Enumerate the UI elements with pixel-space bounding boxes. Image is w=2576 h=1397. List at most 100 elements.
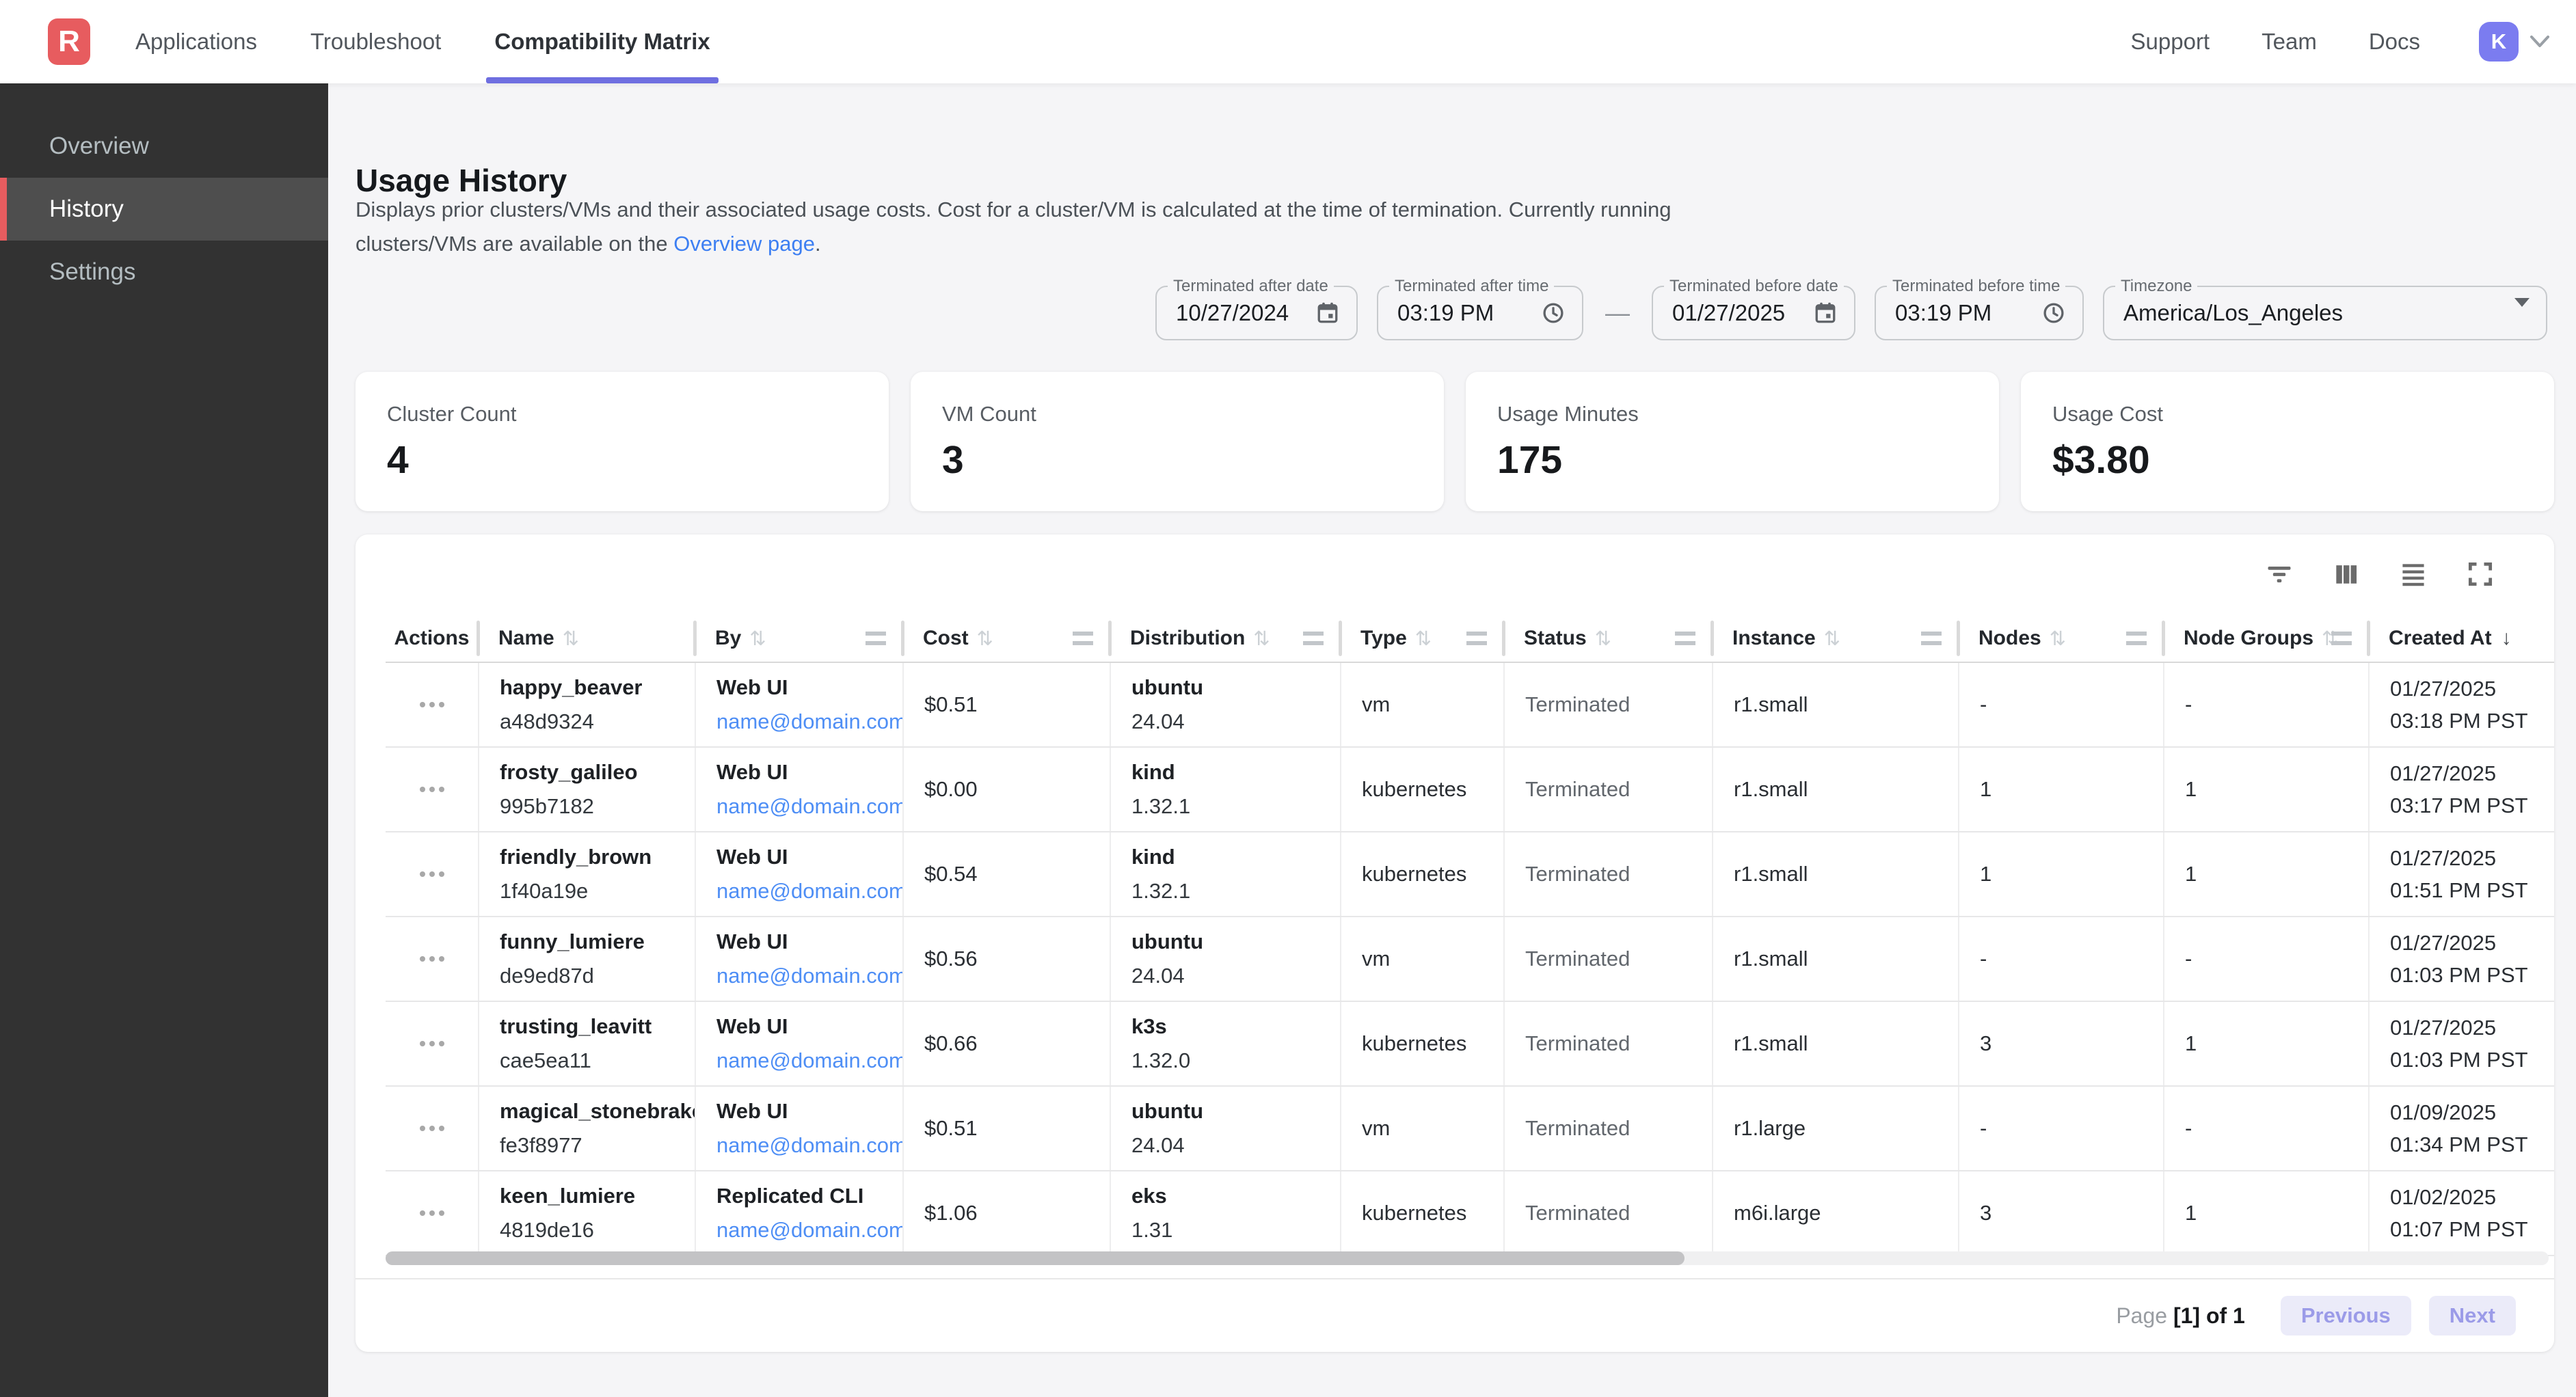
row-actions-button[interactable] <box>420 787 444 792</box>
sort-icon[interactable]: ⇅ <box>749 627 766 651</box>
column-header-created[interactable]: Created At↓ <box>2368 615 2554 662</box>
horizontal-scrollbar[interactable] <box>386 1251 1685 1265</box>
column-filter-icon[interactable] <box>866 632 886 645</box>
fullscreen-icon[interactable] <box>2465 559 2495 589</box>
cell-created: 01/27/202503:18 PM PST <box>2368 663 2554 746</box>
clock-icon[interactable] <box>2041 301 2066 325</box>
nav-item-support[interactable]: Support <box>2131 29 2210 55</box>
created-by-email-link[interactable]: name@domain.com <box>716 794 902 819</box>
stat-label: Cluster Count <box>387 402 889 426</box>
cluster-name: keen_lumiere <box>500 1184 695 1208</box>
table-row: friendly_brown1f40a19eWeb UIname@domain.… <box>386 832 2554 917</box>
sort-icon[interactable]: ⇅ <box>563 627 579 651</box>
type-value: vm <box>1362 947 1503 971</box>
sort-icon[interactable]: ⇅ <box>1415 627 1432 651</box>
chevron-down-icon[interactable] <box>2530 35 2550 49</box>
nav-item-compatibility-matrix[interactable]: Compatibility Matrix <box>494 0 710 83</box>
cell-cost: $0.66 <box>902 1002 1110 1085</box>
caret-icon[interactable] <box>2514 307 2530 319</box>
column-filter-icon[interactable] <box>1921 632 1942 645</box>
sort-icon[interactable]: ⇅ <box>1824 627 1840 651</box>
secondary-nav-links: Support Team Docs <box>2131 29 2420 55</box>
cost-value: $0.56 <box>924 947 1110 971</box>
calendar-icon[interactable] <box>1315 301 1340 325</box>
column-header-actions[interactable]: Actions <box>386 615 478 662</box>
main-content: Usage History Displays prior clusters/VM… <box>328 83 2576 1397</box>
cell-cost: $0.51 <box>902 663 1110 746</box>
sidebar: OverviewHistorySettings <box>0 83 328 1397</box>
column-filter-icon[interactable] <box>1675 632 1695 645</box>
column-header-cost[interactable]: Cost⇅ <box>902 615 1110 662</box>
user-menu[interactable]: K <box>2479 22 2550 62</box>
table-body: happy_beavera48d9324Web UIname@domain.co… <box>386 663 2554 1256</box>
column-filter-icon[interactable] <box>1466 632 1487 645</box>
cell-nodes: 3 <box>1958 1171 2163 1255</box>
stat-cards: Cluster Count4VM Count3Usage Minutes175U… <box>355 372 2554 511</box>
column-filter-icon[interactable] <box>1303 632 1324 645</box>
created-by-email-link[interactable]: name@domain.com <box>716 709 902 734</box>
nav-item-troubleshoot[interactable]: Troubleshoot <box>310 0 441 83</box>
row-actions-button[interactable] <box>420 1126 444 1131</box>
cell-distribution: k3s1.32.0 <box>1110 1002 1340 1085</box>
sort-desc-icon[interactable]: ↓ <box>2501 627 2512 650</box>
sort-icon[interactable]: ⇅ <box>977 627 993 651</box>
created-by-email-link[interactable]: name@domain.com <box>716 964 902 988</box>
cluster-id: 1f40a19e <box>500 879 695 904</box>
clock-icon[interactable] <box>1541 301 1566 325</box>
created-by-email-link[interactable]: name@domain.com <box>716 879 902 904</box>
terminated-after-date-field[interactable]: Terminated after date10/27/2024 <box>1155 286 1358 340</box>
sidebar-item-history[interactable]: History <box>0 178 328 241</box>
row-actions-button[interactable] <box>420 956 444 962</box>
row-actions-button[interactable] <box>420 702 444 707</box>
filter-icon[interactable] <box>2264 559 2294 589</box>
sidebar-item-settings[interactable]: Settings <box>0 241 328 303</box>
row-actions-button[interactable] <box>420 871 444 877</box>
column-filter-icon[interactable] <box>1073 632 1093 645</box>
created-by-email-link[interactable]: name@domain.com <box>716 1218 902 1243</box>
density-icon[interactable] <box>2398 559 2428 589</box>
created-by-email-link[interactable]: name@domain.com <box>716 1133 902 1158</box>
nav-item-applications[interactable]: Applications <box>135 0 257 83</box>
column-header-by[interactable]: By⇅ <box>695 615 902 662</box>
column-header-name[interactable]: Name⇅ <box>478 615 695 662</box>
column-header-nodes[interactable]: Nodes⇅ <box>1958 615 2163 662</box>
row-actions-button[interactable] <box>420 1210 444 1216</box>
dot <box>439 1041 444 1046</box>
usage-history-page: R Applications Troubleshoot Compatibility … <box>0 0 2576 1397</box>
column-header-distribution[interactable]: Distribution⇅ <box>1110 615 1340 662</box>
column-filter-icon[interactable] <box>2331 632 2352 645</box>
table-row: happy_beavera48d9324Web UIname@domain.co… <box>386 663 2554 748</box>
sort-icon[interactable]: ⇅ <box>2050 627 2066 651</box>
column-filter-icon[interactable] <box>2126 632 2147 645</box>
cell-status: Terminated <box>1503 748 1712 831</box>
next-page-button[interactable]: Next <box>2429 1296 2516 1335</box>
terminated-before-date-field[interactable]: Terminated before date01/27/2025 <box>1652 286 1855 340</box>
nav-item-team[interactable]: Team <box>2262 29 2317 55</box>
row-actions-button[interactable] <box>420 1041 444 1046</box>
cell-type: vm <box>1340 663 1503 746</box>
created-by-source: Web UI <box>716 930 902 954</box>
overview-page-link[interactable]: Overview page <box>673 232 815 256</box>
timezone-field[interactable]: TimezoneAmerica/Los_Angeles <box>2103 286 2547 340</box>
replicated-logo-icon[interactable]: R <box>48 18 90 65</box>
column-header-node_groups[interactable]: Node Groups⇅ <box>2163 615 2368 662</box>
column-header-instance[interactable]: Instance⇅ <box>1712 615 1958 662</box>
created-by-email-link[interactable]: name@domain.com <box>716 1048 902 1073</box>
nav-item-docs[interactable]: Docs <box>2369 29 2420 55</box>
calendar-icon[interactable] <box>1813 301 1838 325</box>
column-header-status[interactable]: Status⇅ <box>1503 615 1712 662</box>
avatar[interactable]: K <box>2479 22 2519 62</box>
stat-label: Usage Minutes <box>1497 402 1999 426</box>
terminated-before-time-field[interactable]: Terminated before time03:19 PM <box>1875 286 2084 340</box>
sort-icon[interactable]: ⇅ <box>1253 627 1270 651</box>
columns-icon[interactable] <box>2331 559 2361 589</box>
terminated-after-time-field[interactable]: Terminated after time03:19 PM <box>1377 286 1583 340</box>
page-description-line2: clusters/VMs are available on the Overvi… <box>355 227 1672 261</box>
sort-icon[interactable]: ⇅ <box>1595 627 1611 651</box>
sidebar-item-overview[interactable]: Overview <box>0 115 328 178</box>
cell-cost: $0.56 <box>902 917 1110 1001</box>
type-value: vm <box>1362 692 1503 717</box>
dot <box>420 787 425 792</box>
column-header-type[interactable]: Type⇅ <box>1340 615 1503 662</box>
previous-page-button[interactable]: Previous <box>2281 1296 2411 1335</box>
